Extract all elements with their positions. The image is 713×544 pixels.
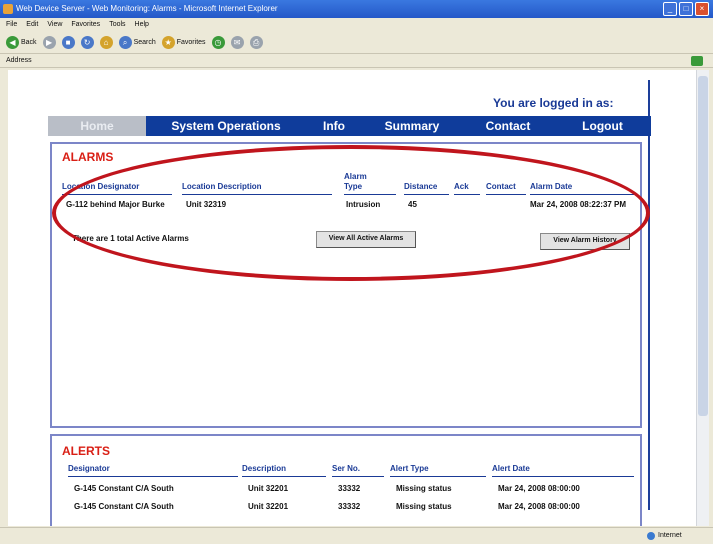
forward-arrow-icon: ▶	[42, 36, 56, 49]
alarms-title: ALARMS	[62, 150, 114, 164]
menu-file[interactable]: File	[6, 18, 17, 32]
alert-row-1-designator[interactable]: G-145 Constant C/A South	[74, 484, 234, 494]
alert-row-2-ser-no: 33332	[338, 502, 361, 511]
col-description: Description	[242, 464, 287, 473]
globe-icon	[647, 532, 655, 540]
back-arrow-icon: ◀	[6, 36, 19, 49]
favorites-label: Favorites	[176, 39, 206, 46]
menu-bar: File Edit View Favorites Tools Help	[0, 18, 713, 32]
home-icon: ⌂	[99, 36, 113, 49]
nav-summary[interactable]: Summary	[362, 119, 462, 133]
col-designator: Designator	[68, 464, 110, 473]
minimize-button[interactable]: _	[663, 2, 677, 16]
header-underline	[332, 476, 384, 477]
scrollbar-thumb[interactable]	[698, 76, 708, 416]
menu-favorites[interactable]: Favorites	[71, 18, 100, 32]
alert-row-2-description: Unit 32201	[248, 502, 289, 511]
vertical-scrollbar[interactable]	[696, 70, 709, 526]
mail-button[interactable]: ✉	[230, 36, 244, 49]
address-controls	[691, 56, 703, 66]
nav-info[interactable]: Info	[306, 119, 362, 133]
maximize-button[interactable]: □	[679, 2, 693, 16]
mail-icon: ✉	[230, 36, 244, 49]
highlight-ellipse	[52, 145, 650, 281]
print-button[interactable]: ⎙	[249, 36, 263, 49]
history-button[interactable]: ◷	[211, 36, 225, 49]
alert-row-2-designator[interactable]: G-145 Constant C/A South	[74, 502, 234, 512]
print-icon: ⎙	[249, 36, 263, 49]
menu-edit[interactable]: Edit	[26, 18, 38, 32]
alert-row-1-type: Missing status	[396, 484, 452, 493]
go-button[interactable]	[691, 56, 703, 66]
title-bar: Web Device Server - Web Monitoring: Alar…	[0, 0, 713, 18]
home-button[interactable]: ⌂	[99, 36, 113, 49]
address-label: Address	[6, 57, 32, 64]
col-ser-no: Ser No.	[332, 464, 361, 473]
toolbar: ◀ Back ▶ ■ ↻ ⌂ ⌕ Search ★ Favorites ◷ ✉	[0, 32, 713, 54]
refresh-button[interactable]: ↻	[80, 36, 94, 49]
window-title: Web Device Server - Web Monitoring: Alar…	[16, 4, 278, 13]
favorites-button[interactable]: ★ Favorites	[161, 36, 206, 49]
alert-row-2-date: Mar 24, 2008 08:00:00	[498, 502, 580, 511]
alerts-title: ALERTS	[62, 444, 110, 458]
alert-row-1-date: Mar 24, 2008 08:00:00	[498, 484, 580, 493]
header-underline	[242, 476, 326, 477]
nav-contact[interactable]: Contact	[462, 119, 554, 133]
refresh-icon: ↻	[80, 36, 94, 49]
history-icon: ◷	[211, 36, 225, 49]
main-nav: Home System Operations Info Summary Cont…	[48, 116, 651, 136]
status-bar: Internet	[0, 527, 713, 544]
ie-icon	[3, 4, 13, 14]
back-button[interactable]: ◀ Back	[6, 36, 37, 49]
window-controls: _ □ ×	[663, 2, 709, 16]
search-button[interactable]: ⌕ Search	[118, 36, 156, 49]
alert-row-1-ser-no: 33332	[338, 484, 361, 493]
menu-tools[interactable]: Tools	[109, 18, 125, 32]
col-alert-date: Alert Date	[492, 464, 530, 473]
alert-row-1-description: Unit 32201	[248, 484, 289, 493]
nav-home[interactable]: Home	[48, 116, 146, 136]
login-status: You are logged in as:	[493, 96, 614, 110]
security-zone: Internet	[647, 531, 695, 541]
back-label: Back	[21, 39, 37, 46]
alert-row-2-type: Missing status	[396, 502, 452, 511]
header-underline	[68, 476, 238, 477]
nav-system-operations[interactable]: System Operations	[146, 119, 306, 133]
alerts-panel: ALERTS Designator Description Ser No. Al…	[50, 434, 642, 526]
menu-help[interactable]: Help	[135, 18, 149, 32]
browser-window: Web Device Server - Web Monitoring: Alar…	[0, 0, 713, 544]
forward-button[interactable]: ▶	[42, 36, 56, 49]
header-underline	[390, 476, 486, 477]
search-label: Search	[133, 39, 156, 46]
col-alert-type: Alert Type	[390, 464, 429, 473]
menu-view[interactable]: View	[47, 18, 62, 32]
close-button[interactable]: ×	[695, 2, 709, 16]
web-page: You are logged in as: Home System Operat…	[8, 70, 696, 526]
page-viewport: You are logged in as: Home System Operat…	[8, 70, 696, 526]
search-icon: ⌕	[118, 36, 132, 49]
stop-button[interactable]: ■	[61, 36, 75, 49]
nav-logout[interactable]: Logout	[554, 119, 651, 133]
page-right-border	[648, 80, 650, 510]
header-underline	[492, 476, 634, 477]
stop-icon: ■	[61, 36, 75, 49]
star-icon: ★	[161, 36, 175, 49]
address-bar[interactable]: Address	[0, 54, 713, 68]
zone-label: Internet	[658, 532, 682, 539]
